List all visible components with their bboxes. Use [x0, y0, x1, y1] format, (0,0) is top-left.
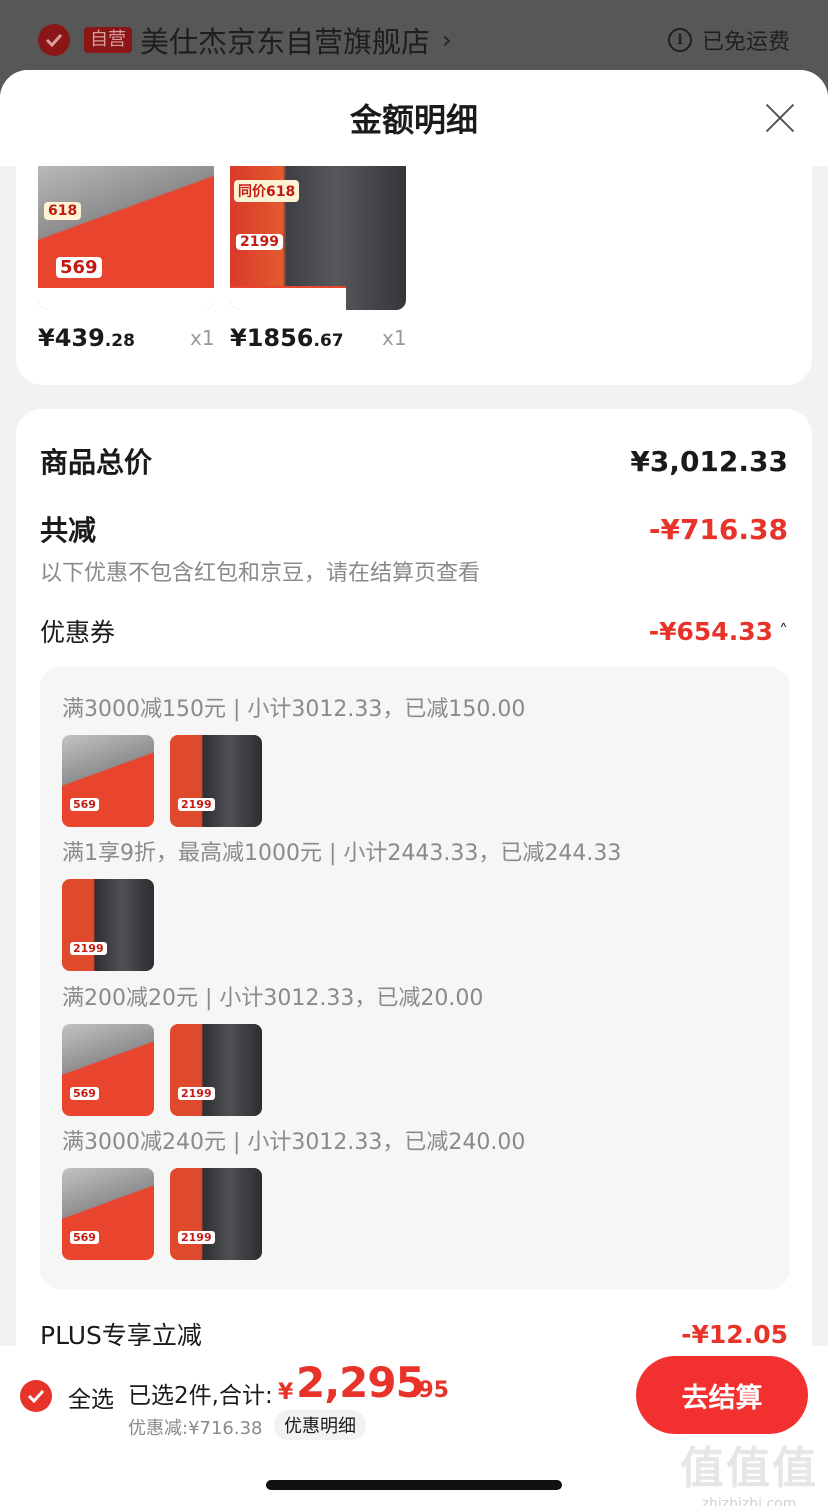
coupon-product-thumb: 2199 [170, 1024, 262, 1116]
product-image-price: 2199 [236, 234, 283, 250]
coupon-product-thumb: 2199 [170, 735, 262, 827]
product-image-strip [230, 286, 346, 310]
coupon-line: 满3000减240元 | 小计3012.33，已减240.00 [62, 1130, 526, 1155]
self-operated-badge: 自营 [84, 27, 132, 53]
total-discount-row: 共减 -¥716.38 [40, 509, 788, 549]
coupon-line: 满200减20元 | 小计3012.33，已减20.00 [62, 986, 484, 1011]
coupon-row[interactable]: 优惠券 -¥654.33 ˄ [40, 613, 788, 649]
home-indicator[interactable] [266, 1480, 562, 1490]
watermark: 值值值 zhizhizhi.com [680, 1432, 818, 1506]
product-qty: x1 [382, 326, 407, 350]
info-icon: i [667, 28, 692, 52]
total-discount-value: -¥716.38 [648, 512, 788, 546]
select-all-label[interactable]: 全选 [68, 1380, 114, 1414]
product-item[interactable]: 同价618 2199 ¥1856.67 x1 [230, 166, 407, 352]
chevron-right-icon[interactable]: › [442, 26, 452, 54]
store-name[interactable]: 美仕杰京东自营旗舰店 [140, 19, 430, 61]
free-shipping-label: 已免运费 [701, 30, 790, 55]
coupon-product-thumb: 2199 [62, 879, 154, 971]
total-currency: ¥ [278, 1380, 294, 1405]
discount-detail-button[interactable]: 优惠明细 [274, 1410, 366, 1440]
chevron-up-icon[interactable]: ˄ [779, 621, 788, 642]
watermark-logo: 值值值 [680, 1443, 818, 1494]
amount-detail-sheet: 金额明细 618 569 ¥439.28 x1 同价618 2199 ¥1856… [0, 70, 828, 1506]
coupon-value: -¥654.33 [648, 616, 773, 646]
coupon-line: 满1享9折，最高减1000元 | 小计2443.33，已减244.33 [62, 841, 622, 866]
products-card: 618 569 ¥439.28 x1 同价618 2199 ¥1856.67 x… [16, 166, 812, 385]
product-image[interactable]: 同价618 2199 [230, 166, 406, 310]
store-check-icon[interactable] [38, 24, 70, 56]
sheet-header: 金额明细 [0, 70, 828, 166]
discount-summary: 优惠减:¥716.38 [128, 1418, 263, 1439]
coupon-product-thumb: 2199 [170, 1168, 262, 1260]
product-image-tag: 618 [44, 202, 82, 220]
total-amount: 2,295 [296, 1358, 425, 1407]
total-amount-decimal: .95 [410, 1378, 449, 1403]
product-image-strip [38, 286, 214, 310]
price-summary-card: 商品总价 ¥3,012.33 共减 -¥716.38 以下优惠不包含红包和京豆，… [16, 409, 812, 1409]
watermark-text: zhizhizhi.com [701, 1496, 797, 1506]
free-shipping[interactable]: i 已免运费 [667, 24, 790, 56]
product-image-price: 569 [56, 257, 102, 278]
discount-note: 以下优惠不包含红包和京豆，请在结算页查看 [40, 561, 481, 586]
plus-discount-value: -¥12.05 [681, 1319, 788, 1349]
select-all-check-icon[interactable] [20, 1380, 52, 1412]
coupon-details: 满3000减150元 | 小计3012.33，已减150.00 569 2199… [40, 667, 790, 1289]
coupon-label: 优惠券 [40, 618, 116, 647]
selected-count: 已选2件,合计: [128, 1383, 273, 1409]
total-price-row: 商品总价 ¥3,012.33 [40, 441, 788, 481]
total-price-label: 商品总价 [40, 446, 153, 479]
close-icon[interactable] [764, 102, 796, 134]
total-price-value: ¥3,012.33 [630, 444, 788, 478]
product-price: ¥439.28 [38, 324, 135, 352]
product-item[interactable]: 618 569 ¥439.28 x1 [38, 166, 215, 352]
product-price: ¥1856.67 [230, 324, 344, 352]
coupon-product-thumb: 569 [62, 1168, 154, 1260]
store-header: 自营 美仕杰京东自营旗舰店 › i 已免运费 [0, 0, 828, 80]
total-discount-label: 共减 [40, 514, 97, 547]
product-qty: x1 [190, 326, 215, 350]
sheet-title: 金额明细 [349, 101, 478, 139]
checkout-button[interactable]: 去结算 [636, 1356, 808, 1434]
product-image[interactable]: 618 569 [38, 166, 214, 310]
product-image-tag: 同价618 [234, 180, 300, 202]
coupon-product-thumb: 569 [62, 1024, 154, 1116]
coupon-product-thumb: 569 [62, 735, 154, 827]
coupon-line: 满3000减150元 | 小计3012.33，已减150.00 [62, 697, 526, 722]
